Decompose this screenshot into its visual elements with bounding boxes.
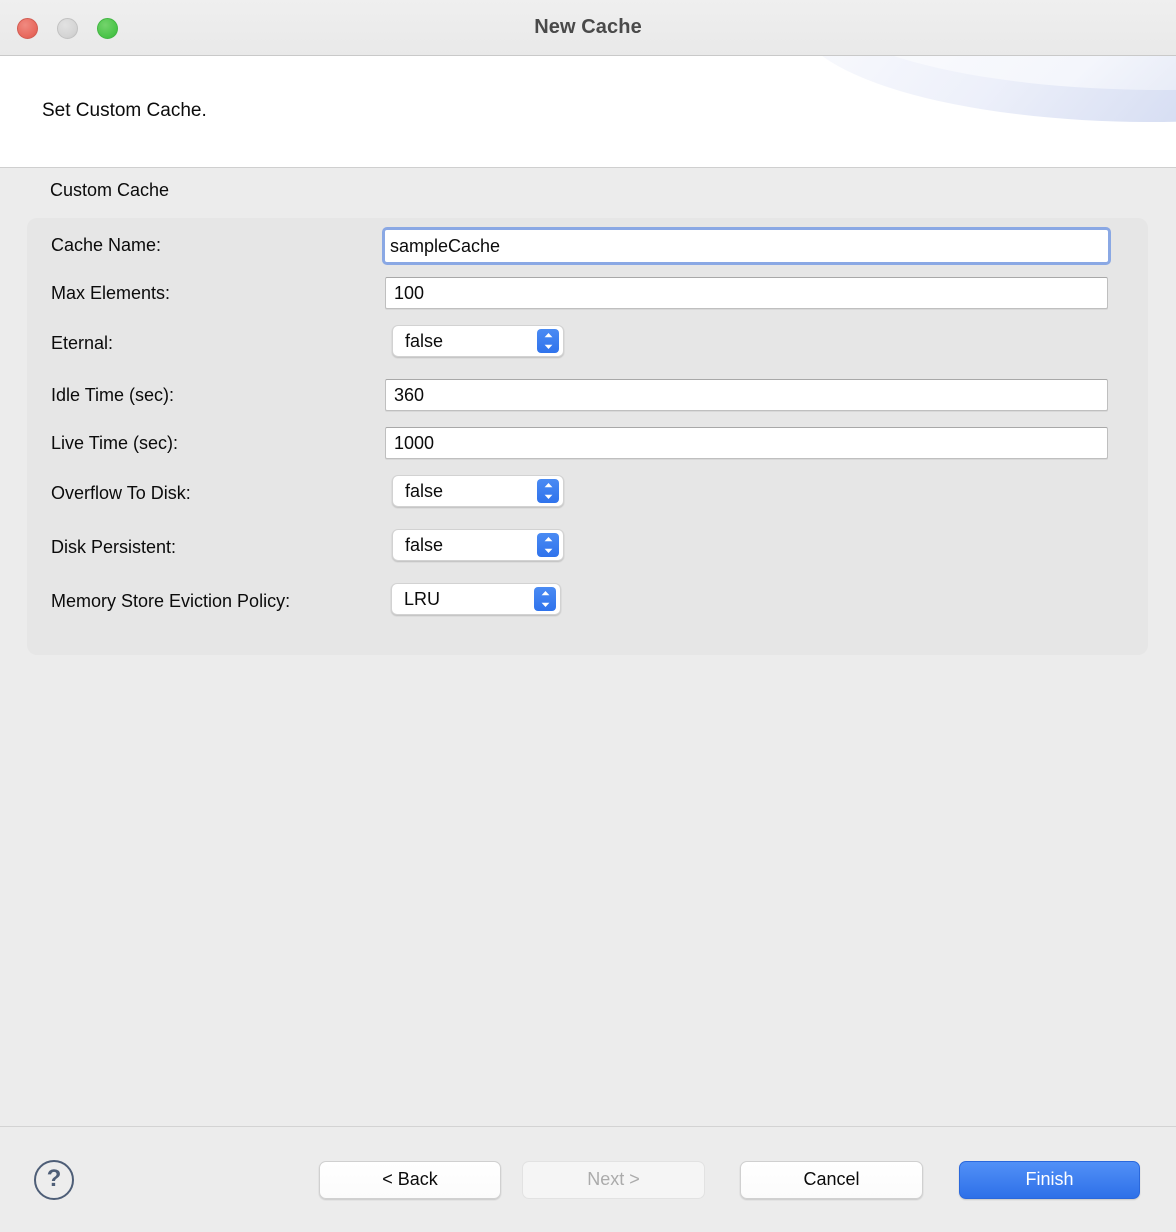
traffic-light-group — [17, 18, 118, 39]
label-disk-persistent: Disk Persistent: — [51, 537, 176, 558]
live-time-input[interactable]: 1000 — [385, 427, 1108, 459]
label-eternal: Eternal: — [51, 333, 113, 354]
cancel-button[interactable]: Cancel — [740, 1161, 923, 1199]
window-titlebar: New Cache — [0, 0, 1176, 56]
label-max-elements: Max Elements: — [51, 283, 170, 304]
next-button: Next > — [522, 1161, 705, 1199]
custom-cache-groupbox: Cache Name: sampleCache Max Elements: 10… — [27, 218, 1148, 655]
disk-persistent-dropdown[interactable]: false — [392, 529, 564, 561]
memory-store-eviction-policy-dropdown[interactable]: LRU — [391, 583, 561, 615]
chevron-up-down-icon[interactable] — [537, 479, 559, 503]
label-overflow-to-disk: Overflow To Disk: — [51, 483, 191, 504]
eternal-dropdown[interactable]: false — [392, 325, 564, 357]
back-button[interactable]: < Back — [319, 1161, 501, 1199]
minimize-window-button[interactable] — [57, 18, 78, 39]
label-live-time: Live Time (sec): — [51, 433, 178, 454]
close-window-button[interactable] — [17, 18, 38, 39]
disk-persistent-value: false — [393, 535, 443, 556]
chevron-up-down-icon[interactable] — [537, 329, 559, 353]
overflow-to-disk-value: false — [393, 481, 443, 502]
eternal-value: false — [393, 331, 443, 352]
question-mark-icon: ? — [47, 1167, 62, 1191]
dialog-content: Custom Cache Cache Name: sampleCache Max… — [0, 168, 1176, 1126]
overflow-to-disk-dropdown[interactable]: false — [392, 475, 564, 507]
label-idle-time: Idle Time (sec): — [51, 385, 174, 406]
idle-time-value: 360 — [394, 386, 424, 404]
maximize-window-button[interactable] — [97, 18, 118, 39]
group-title: Custom Cache — [50, 180, 169, 201]
wizard-instruction-text: Set Custom Cache. — [42, 100, 207, 122]
max-elements-input[interactable]: 100 — [385, 277, 1108, 309]
memory-store-eviction-policy-value: LRU — [392, 589, 440, 610]
max-elements-value: 100 — [394, 284, 424, 302]
live-time-value: 1000 — [394, 434, 434, 452]
dialog-footer: ? < Back Next > Cancel Finish — [0, 1126, 1176, 1232]
label-memory-store-eviction-policy: Memory Store Eviction Policy: — [51, 591, 290, 612]
chevron-up-down-icon[interactable] — [537, 533, 559, 557]
finish-button[interactable]: Finish — [959, 1161, 1140, 1199]
idle-time-input[interactable]: 360 — [385, 379, 1108, 411]
help-button[interactable]: ? — [34, 1160, 74, 1200]
decorative-swoosh-graphic — [756, 56, 1176, 166]
wizard-header-banner: Set Custom Cache. — [0, 56, 1176, 168]
cache-name-value: sampleCache — [390, 237, 500, 255]
cache-name-input[interactable]: sampleCache — [382, 227, 1111, 265]
window-title: New Cache — [0, 16, 1176, 39]
chevron-up-down-icon[interactable] — [534, 587, 556, 611]
label-cache-name: Cache Name: — [51, 235, 161, 256]
new-cache-dialog: New Cache Set Custom Cache. Cus — [0, 0, 1176, 1232]
